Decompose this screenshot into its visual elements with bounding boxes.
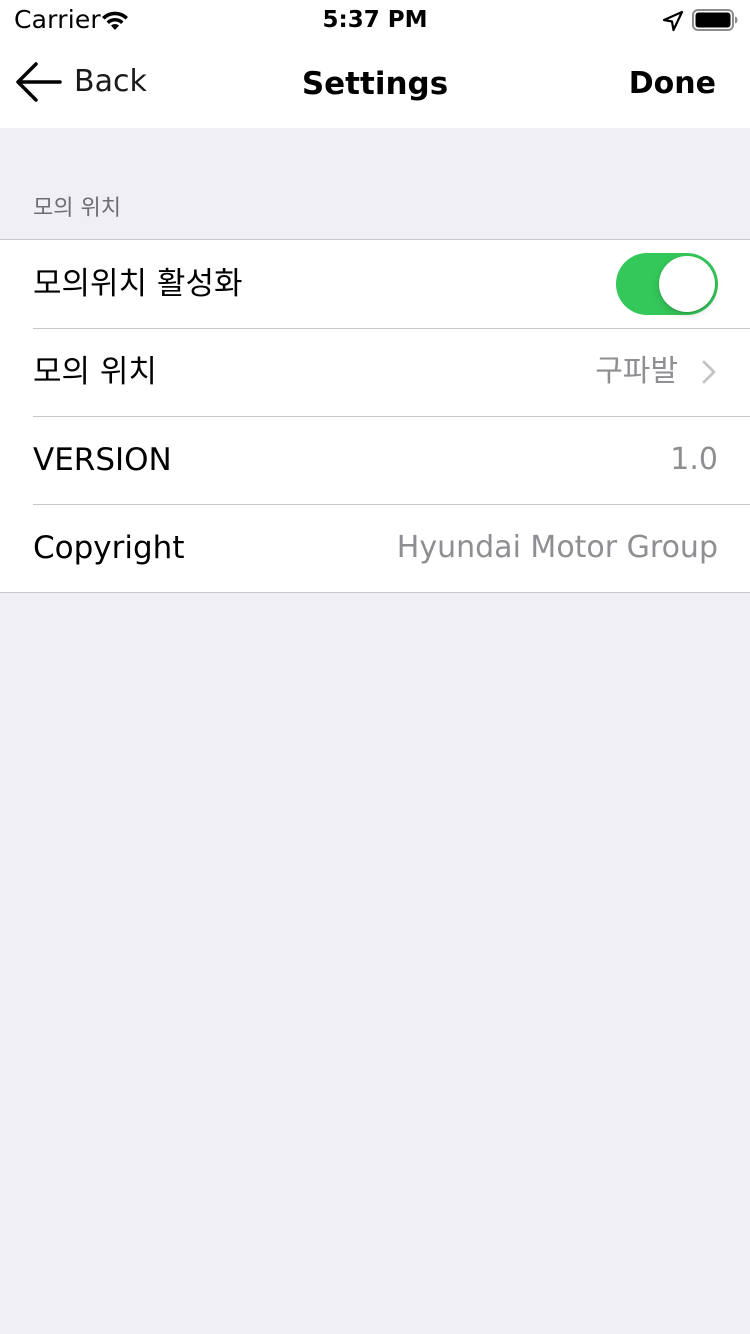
location-icon (662, 10, 684, 32)
version-value: 1.0 (670, 442, 718, 477)
toggle-knob (659, 256, 715, 312)
section-header: 모의 위치 (33, 196, 121, 221)
mock-location-row[interactable]: 모의 위치 구파발 (0, 328, 750, 416)
version-label: VERSION (33, 442, 172, 478)
mock-location-toggle-row: 모의위치 활성화 (0, 240, 750, 328)
navigation-bar: Back Settings Done (0, 40, 750, 128)
battery-icon (692, 9, 738, 31)
copyright-label: Copyright (33, 530, 185, 566)
copyright-row: Copyright Hyundai Motor Group (0, 504, 750, 592)
mock-location-toggle[interactable] (616, 253, 718, 315)
mock-location-value: 구파발 (595, 354, 678, 389)
mock-location-toggle-label: 모의위치 활성화 (33, 266, 243, 302)
done-button[interactable]: Done (629, 62, 716, 106)
status-time: 5:37 PM (322, 7, 428, 33)
copyright-value: Hyundai Motor Group (396, 530, 718, 565)
settings-table: 모의위치 활성화 모의 위치 구파발 VERSION 1.0 Copyright… (0, 239, 750, 593)
chevron-right-icon (702, 360, 716, 384)
mock-location-label: 모의 위치 (33, 354, 157, 390)
status-bar: Carrier 5:37 PM (0, 0, 750, 40)
version-row: VERSION 1.0 (0, 416, 750, 504)
